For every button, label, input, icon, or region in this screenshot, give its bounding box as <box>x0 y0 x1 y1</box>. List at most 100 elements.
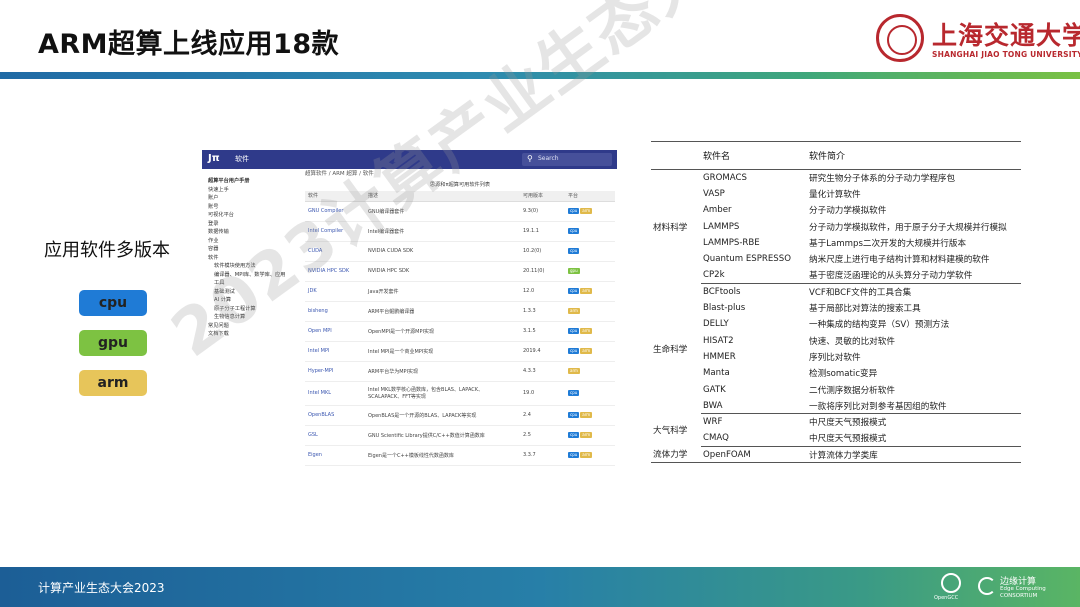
platform-cell: cpu arm <box>565 445 615 466</box>
university-seal-icon <box>876 14 924 62</box>
apps-header-row: 软件名 软件简介 <box>651 141 1021 170</box>
site-logo[interactable]: Jπ <box>208 153 220 164</box>
app-name: WRF <box>703 417 723 428</box>
software-version: 10.2(0) <box>520 241 565 262</box>
sidebar-item[interactable]: 原子分子工程计算 <box>208 305 300 314</box>
table-row: GNU Compiler GNU编译器套件 9.3(0) cpu arm <box>305 201 615 222</box>
software-version: 20.11(0) <box>520 261 565 282</box>
app-row: GATK 二代测序数据分析软件 <box>651 381 1021 397</box>
software-description: NVIDIA CUDA SDK <box>365 241 520 262</box>
field-label: 生命科学 <box>653 344 688 355</box>
cpu-platform-tag: cpu <box>568 432 580 438</box>
sidebar-item[interactable]: 常见问题 <box>208 322 300 331</box>
footer-bar: 计算产业生态大会2023 OpenGCC 边缘计算 Edge Computing… <box>0 567 1080 607</box>
header-stripe <box>0 72 1080 79</box>
software-link[interactable]: Intel MKL <box>305 381 365 406</box>
edge-computing-en: Edge Computing <box>1000 586 1046 592</box>
app-name: HMMER <box>703 351 736 362</box>
platform-cell: cpu <box>565 381 615 406</box>
table-row: Intel MPI Intel MPI是一个商业MPI实现 2019.4 cpu arm <box>305 341 615 362</box>
sidebar-item[interactable]: 容器 <box>208 245 300 254</box>
arm-platform-tag: arm <box>580 348 593 354</box>
sidebar-item[interactable]: 登录 <box>208 220 300 229</box>
cpu-platform-tag: cpu <box>568 452 580 458</box>
table-row: Eigen Eigen是一个C++模板线性代数函数库 3.3.7 cpu arm <box>305 445 615 466</box>
software-link[interactable]: Intel Compiler <box>305 221 365 242</box>
cpu-platform-tag: cpu <box>568 228 580 234</box>
software-version: 9.3(0) <box>520 201 565 222</box>
table-row: Open MPI OpenMPI是一个开源MPI实现 3.1.5 cpu arm <box>305 321 615 342</box>
app-name: LAMMPS <box>703 221 740 232</box>
table-row: NVIDIA HPC SDK NVIDIA HPC SDK 20.11(0) gpu <box>305 261 615 282</box>
column-header: 软件 <box>305 191 365 202</box>
app-row: 流体力学 OpenFOAM 计算流体力学类库 <box>651 446 1021 464</box>
software-site-screenshot: Jπ 软件 ⚲ Search 超算平台用户手册 快速上手 账户 账号 可视化平台 登录 数据… <box>202 150 617 482</box>
university-name-cn: 上海交通大学 <box>932 21 1080 50</box>
sidebar-item[interactable]: 基础测试 <box>208 288 300 297</box>
software-link[interactable]: Intel MPI <box>305 341 365 362</box>
university-name-en: SHANGHAI JIAO TONG UNIVERSITY <box>932 50 1080 59</box>
app-description: 一款将序列比对到参考基因组的软件 <box>807 397 1021 415</box>
software-description: OpenBLAS是一个开源的BLAS、LAPACK等实现 <box>365 405 520 426</box>
cpu-platform-tag: cpu <box>568 288 580 294</box>
app-description: 检测somatic变异 <box>809 369 878 380</box>
arm-platform-tag: arm <box>580 432 593 438</box>
sidebar-item[interactable]: 超算平台用户手册 <box>208 177 300 186</box>
software-version: 2.5 <box>520 425 565 446</box>
software-link[interactable]: GSL <box>305 425 365 446</box>
site-nav-title[interactable]: 软件 <box>235 154 249 164</box>
sidebar-item[interactable]: AI 计算 <box>208 296 300 305</box>
sidebar-item[interactable]: 文档下载 <box>208 330 300 339</box>
software-link[interactable]: bisheng <box>305 301 365 322</box>
arm-platform-tag: arm <box>580 452 593 458</box>
app-name: GROMACS <box>703 172 747 183</box>
table-row: JDK Java开发套件 12.0 cpu arm <box>305 281 615 302</box>
sidebar-item[interactable]: 编译器、MPI库、数学库、应用 <box>208 271 300 280</box>
field-label: 流体力学 <box>651 446 701 464</box>
sidebar-item[interactable]: 账户 <box>208 194 300 203</box>
software-description: Java开发套件 <box>365 281 520 302</box>
cpu-platform-tag: cpu <box>568 328 580 334</box>
sidebar-item[interactable]: 数据传输 <box>208 228 300 237</box>
gpu-platform-tag: gpu <box>568 268 580 274</box>
software-link[interactable]: Hyper-MPI <box>305 361 365 382</box>
site-search-box[interactable]: ⚲ Search <box>522 153 612 166</box>
sidebar-item[interactable]: 可视化平台 <box>208 211 300 220</box>
footer-text: 计算产业生态大会2023 <box>38 581 165 595</box>
app-name: Quantum ESPRESSO <box>703 254 791 265</box>
software-version: 4.3.3 <box>520 361 565 382</box>
app-description: 一种集成的结构变异（SV）预测方法 <box>809 320 950 331</box>
app-row: Blast-plus 基于局部比对算法的搜索工具 <box>651 300 1021 316</box>
software-link[interactable]: GNU Compiler <box>305 201 365 222</box>
sidebar-item[interactable]: 账号 <box>208 203 300 212</box>
software-link[interactable]: CUDA <box>305 241 365 262</box>
sidebar-item[interactable]: 快速上手 <box>208 186 300 195</box>
app-row: 生命科学 BCFtools VCF和BCF文件的工具合集 <box>651 284 1021 355</box>
opengcc-label: OpenGCC <box>934 595 959 601</box>
platform-cell: arm <box>565 361 615 382</box>
platform-cell: cpu arm <box>565 281 615 302</box>
edge-computing-logo: 边缘计算 Edge Computing CONSORTIUM <box>978 573 1068 601</box>
app-row: Manta 检测somatic变异 <box>651 365 1021 381</box>
sidebar-item[interactable]: 软件 <box>208 254 300 263</box>
arm-platform-tag: arm <box>580 412 593 418</box>
app-row: CP2k 基于密度泛函理论的从头算分子动力学软件 <box>651 267 1021 285</box>
sidebar-item[interactable]: 生物信息计算 <box>208 313 300 322</box>
software-link[interactable]: OpenBLAS <box>305 405 365 426</box>
software-link[interactable]: Open MPI <box>305 321 365 342</box>
app-description: 量化计算软件 <box>809 189 861 200</box>
software-link[interactable]: NVIDIA HPC SDK <box>305 261 365 282</box>
software-link[interactable]: JDK <box>305 281 365 302</box>
software-version: 12.0 <box>520 281 565 302</box>
sidebar-item[interactable]: 工具 <box>208 279 300 288</box>
cpu-platform-tag: cpu <box>568 390 580 396</box>
app-description: 中尺度天气预报模式 <box>809 418 887 429</box>
app-row: Quantum ESPRESSO 纳米尺度上进行电子结构计算和材料建模的软件 <box>651 251 1021 267</box>
software-link[interactable]: Eigen <box>305 445 365 466</box>
field-label: 材料科学 <box>653 222 688 233</box>
sidebar-item[interactable]: 软件模块使用方法 <box>208 262 300 271</box>
app-name: Amber <box>703 205 732 216</box>
platform-cell: cpu arm <box>565 321 615 342</box>
sidebar-item[interactable]: 作业 <box>208 237 300 246</box>
platform-cell: cpu arm <box>565 425 615 446</box>
